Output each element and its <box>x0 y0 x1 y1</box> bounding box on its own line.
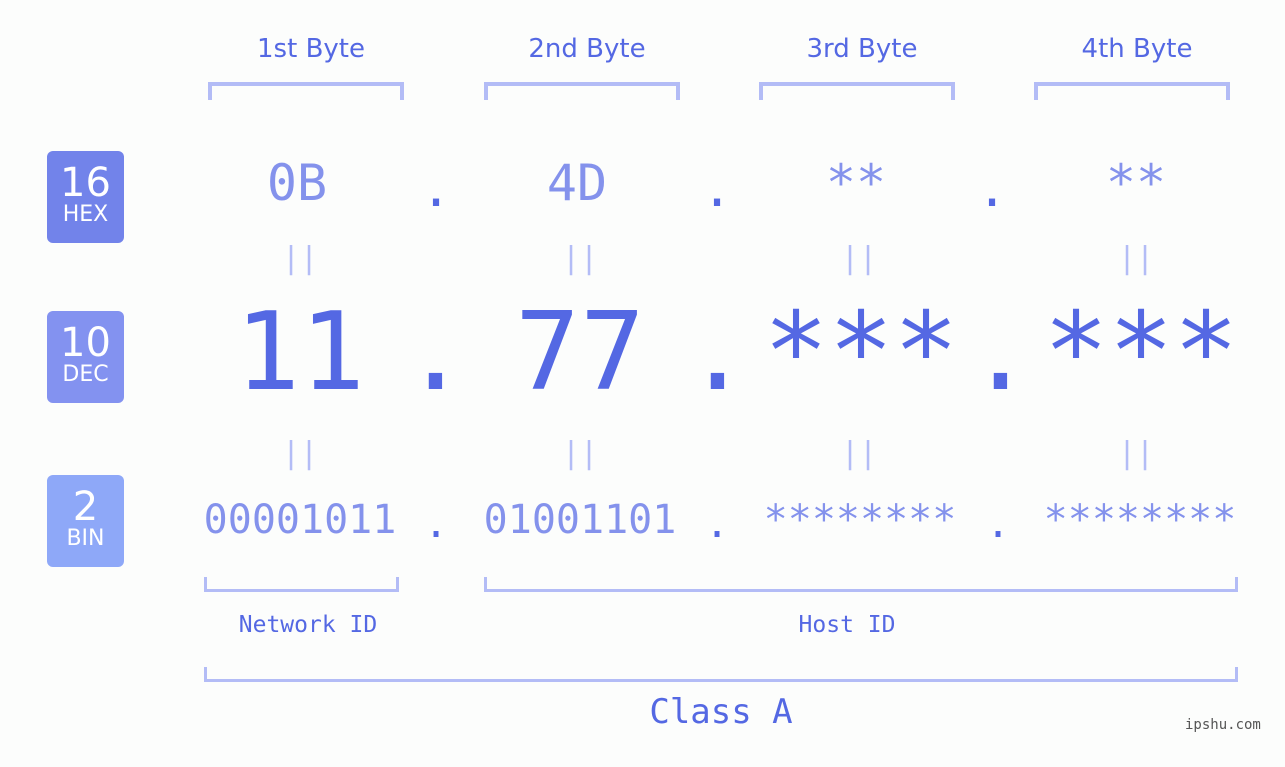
hex-value-4: ** <box>1105 154 1167 212</box>
byte-label-3: 3rd Byte <box>806 34 918 64</box>
dec-badge-number: 10 <box>60 320 111 366</box>
bin-badge: 2 BIN <box>47 475 124 567</box>
class-bracket <box>204 667 1238 682</box>
byte-bracket-4 <box>1034 82 1230 100</box>
hex-value-3: ** <box>825 154 887 212</box>
equals-sign-dec-bin-4: || <box>1117 436 1155 471</box>
hex-badge: 16 HEX <box>47 151 124 243</box>
dec-value-2: 77 <box>514 290 646 415</box>
equals-sign-hex-dec-4: || <box>1117 241 1155 276</box>
byte-label-4: 4th Byte <box>1081 34 1193 64</box>
class-label: Class A <box>649 692 793 732</box>
bin-value-2: 01001101 <box>483 497 677 543</box>
bin-value-3: ******** <box>763 497 957 543</box>
host-id-label: Host ID <box>798 612 896 638</box>
byte-bracket-3 <box>759 82 955 100</box>
byte-label-2: 2nd Byte <box>528 34 646 64</box>
equals-sign-dec-bin-1: || <box>281 436 319 471</box>
byte-label-1: 1st Byte <box>257 34 365 64</box>
network-id-bracket <box>204 577 399 592</box>
bin-badge-unit: BIN <box>66 526 105 551</box>
dec-value-4: *** <box>1043 290 1239 415</box>
hex-separator-2: . <box>701 160 733 218</box>
dec-badge: 10 DEC <box>47 311 124 403</box>
equals-sign-hex-dec-1: || <box>281 241 319 276</box>
hex-separator-3: . <box>976 160 1008 218</box>
network-id-label: Network ID <box>238 612 378 638</box>
bin-badge-number: 2 <box>72 484 99 530</box>
byte-bracket-1 <box>208 82 404 100</box>
equals-sign-hex-dec-3: || <box>840 241 878 276</box>
hex-badge-unit: HEX <box>62 202 109 227</box>
hex-separator-1: . <box>420 160 452 218</box>
hex-value-2: 4D <box>546 154 608 212</box>
equals-sign-hex-dec-2: || <box>561 241 599 276</box>
hex-badge-number: 16 <box>60 160 111 206</box>
watermark: ipshu.com <box>1185 717 1261 733</box>
byte-bracket-2 <box>484 82 680 100</box>
equals-sign-dec-bin-2: || <box>561 436 599 471</box>
dec-value-1: 11 <box>234 290 366 415</box>
equals-sign-dec-bin-3: || <box>840 436 878 471</box>
host-id-bracket <box>484 577 1238 592</box>
dec-value-3: *** <box>763 290 959 415</box>
bin-value-1: 00001011 <box>203 497 397 543</box>
bin-value-4: ******** <box>1043 497 1237 543</box>
hex-value-1: 0B <box>266 154 328 212</box>
dec-badge-unit: DEC <box>62 362 109 387</box>
